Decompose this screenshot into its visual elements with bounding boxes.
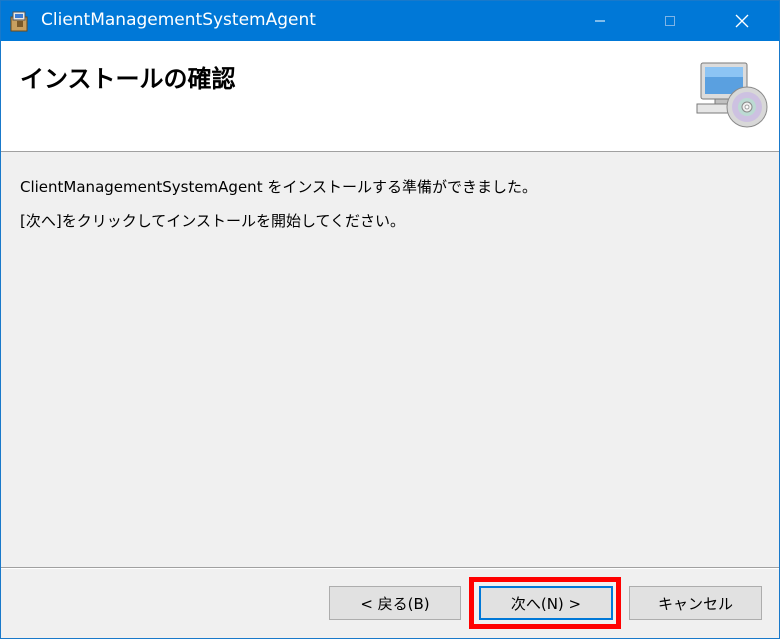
footer-separator (1, 567, 779, 569)
window-title: ClientManagementSystemAgent (41, 10, 316, 30)
ready-message: ClientManagementSystemAgent をインストールする準備が… (20, 178, 538, 196)
page-title: インストールの確認 (20, 65, 236, 93)
cancel-button[interactable]: キャンセル (629, 586, 762, 620)
minimize-icon (595, 20, 605, 22)
installer-window: ClientManagementSystemAgent インストールの確認 Cl… (0, 0, 780, 639)
back-button[interactable]: < 戻る(B) (329, 586, 461, 620)
computer-cd-icon (695, 61, 771, 131)
title-bar[interactable]: ClientManagementSystemAgent (1, 1, 779, 41)
minimize-button[interactable] (571, 1, 629, 41)
maximize-button[interactable] (641, 1, 699, 41)
instruction-message: [次へ]をクリックしてインストールを開始してください。 (20, 212, 406, 230)
dialog-header: インストールの確認 (1, 41, 779, 152)
maximize-icon (665, 16, 675, 26)
next-button-highlight (469, 577, 621, 629)
installer-app-icon (9, 9, 31, 33)
close-icon (735, 14, 749, 28)
dialog-content: ClientManagementSystemAgent をインストールする準備が… (1, 152, 779, 564)
close-button[interactable] (713, 1, 771, 41)
